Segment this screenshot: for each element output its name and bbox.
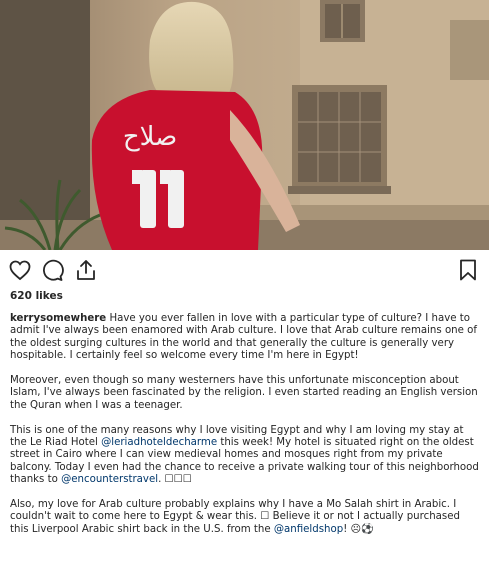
mention-link[interactable]: @leriadhoteldecharme xyxy=(101,437,217,448)
caption-paragraph: Also, my love for Arab culture probably … xyxy=(10,499,480,536)
caption-text: Also, my love for Arab culture probably … xyxy=(10,499,460,535)
photo-illustration: صلاح xyxy=(0,0,489,250)
post-caption: kerrysomewhere Have you ever fallen in l… xyxy=(10,313,480,549)
mention-link[interactable]: @anfieldshop xyxy=(274,524,343,535)
caption-paragraph: kerrysomewhere Have you ever fallen in l… xyxy=(10,313,480,363)
caption-text: ! ☹⚽ xyxy=(343,523,374,535)
jersey-name: صلاح xyxy=(123,122,177,152)
share-button[interactable] xyxy=(74,258,98,282)
share-upload-icon xyxy=(77,260,95,280)
caption-text: . ☐☐☐ xyxy=(158,474,192,486)
like-button[interactable] xyxy=(8,258,32,282)
likes-count[interactable]: 620 likes xyxy=(10,290,63,302)
post-actions-bar xyxy=(0,250,489,288)
heart-outline-icon xyxy=(9,260,31,281)
username-link[interactable]: kerrysomewhere xyxy=(10,313,106,324)
post-photo[interactable]: صلاح xyxy=(0,0,489,250)
bookmark-icon xyxy=(460,259,476,281)
comment-button[interactable] xyxy=(40,258,64,282)
caption-paragraph: Moreover, even though so many westerners… xyxy=(10,375,478,411)
comment-bubble-icon xyxy=(43,259,64,281)
save-button[interactable] xyxy=(456,258,480,282)
mention-link[interactable]: @encounterstravel xyxy=(61,474,158,485)
caption-paragraph: This is one of the many reasons why I lo… xyxy=(10,425,480,487)
